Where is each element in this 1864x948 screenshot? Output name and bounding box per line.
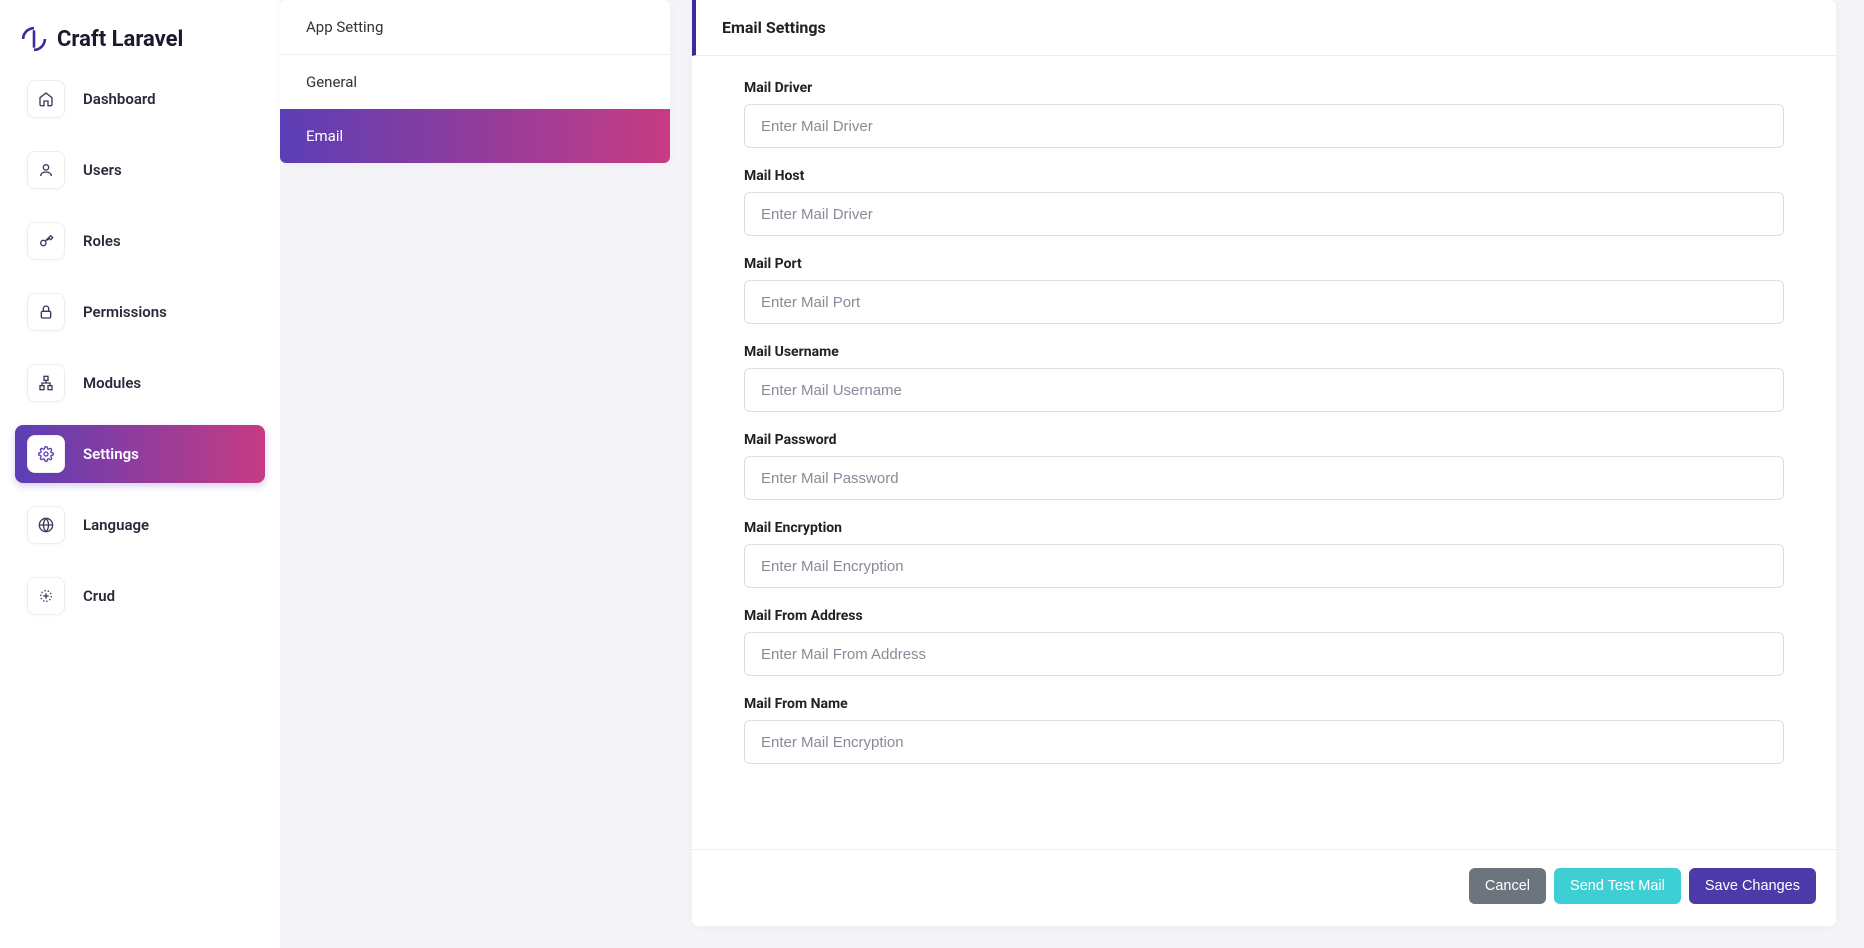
crosshair-icon bbox=[27, 577, 65, 615]
globe-icon bbox=[27, 506, 65, 544]
sidebar-item-language[interactable]: Language bbox=[15, 496, 265, 554]
input-mail-host[interactable] bbox=[744, 192, 1784, 236]
gear-icon bbox=[27, 435, 65, 473]
label-mail-password: Mail Password bbox=[744, 432, 1784, 448]
sidebar-item-settings[interactable]: Settings bbox=[15, 425, 265, 483]
label-mail-host: Mail Host bbox=[744, 168, 1784, 184]
label-mail-encryption: Mail Encryption bbox=[744, 520, 1784, 536]
label-mail-username: Mail Username bbox=[744, 344, 1784, 360]
sidebar-item-permissions[interactable]: Permissions bbox=[15, 283, 265, 341]
cancel-button[interactable]: Cancel bbox=[1469, 868, 1546, 904]
page-title: Email Settings bbox=[692, 0, 1836, 56]
sidebar-item-label: Permissions bbox=[83, 303, 167, 321]
sidebar-item-crud[interactable]: Crud bbox=[15, 567, 265, 625]
field-mail-username: Mail Username bbox=[744, 344, 1784, 412]
sidebar-item-modules[interactable]: Modules bbox=[15, 354, 265, 412]
input-mail-encryption[interactable] bbox=[744, 544, 1784, 588]
input-mail-from-name[interactable] bbox=[744, 720, 1784, 764]
field-mail-password: Mail Password bbox=[744, 432, 1784, 500]
content: App Setting General Email Email Settings… bbox=[280, 0, 1864, 948]
form-body: Mail Driver Mail Host Mail Port Mail Use… bbox=[692, 56, 1836, 849]
brand-logo[interactable]: Craft Laravel bbox=[15, 18, 265, 70]
field-mail-driver: Mail Driver bbox=[744, 80, 1784, 148]
input-mail-port[interactable] bbox=[744, 280, 1784, 324]
sidebar-item-label: Dashboard bbox=[83, 90, 156, 108]
label-mail-driver: Mail Driver bbox=[744, 80, 1784, 96]
subnav-card: App Setting General Email bbox=[280, 0, 670, 163]
sidebar-item-label: Users bbox=[83, 161, 122, 179]
label-mail-from-address: Mail From Address bbox=[744, 608, 1784, 624]
sidebar: Craft Laravel Dashboard Users Roles Perm bbox=[0, 0, 280, 948]
subnav-item-general[interactable]: General bbox=[280, 55, 670, 109]
sidebar-item-roles[interactable]: Roles bbox=[15, 212, 265, 270]
sidebar-item-label: Roles bbox=[83, 232, 121, 250]
user-icon bbox=[27, 151, 65, 189]
sidebar-item-label: Settings bbox=[83, 445, 139, 463]
input-mail-username[interactable] bbox=[744, 368, 1784, 412]
label-mail-port: Mail Port bbox=[744, 256, 1784, 272]
label-mail-from-name: Mail From Name bbox=[744, 696, 1784, 712]
sidebar-item-dashboard[interactable]: Dashboard bbox=[15, 70, 265, 128]
send-test-mail-button[interactable]: Send Test Mail bbox=[1554, 868, 1681, 904]
field-mail-from-address: Mail From Address bbox=[744, 608, 1784, 676]
field-mail-host: Mail Host bbox=[744, 168, 1784, 236]
field-mail-encryption: Mail Encryption bbox=[744, 520, 1784, 588]
hierarchy-icon bbox=[27, 364, 65, 402]
home-icon bbox=[27, 80, 65, 118]
field-mail-from-name: Mail From Name bbox=[744, 696, 1784, 764]
input-mail-from-address[interactable] bbox=[744, 632, 1784, 676]
key-icon bbox=[27, 222, 65, 260]
sidebar-item-label: Crud bbox=[83, 587, 115, 605]
sidebar-item-label: Language bbox=[83, 516, 149, 534]
input-mail-driver[interactable] bbox=[744, 104, 1784, 148]
save-changes-button[interactable]: Save Changes bbox=[1689, 868, 1816, 904]
brand-name: Craft Laravel bbox=[57, 27, 183, 52]
sidebar-item-label: Modules bbox=[83, 374, 141, 392]
subnav-title: App Setting bbox=[280, 0, 670, 55]
email-settings-card: Email Settings Mail Driver Mail Host Mai… bbox=[692, 0, 1836, 926]
field-mail-port: Mail Port bbox=[744, 256, 1784, 324]
lock-icon bbox=[27, 293, 65, 331]
input-mail-password[interactable] bbox=[744, 456, 1784, 500]
subnav-item-email[interactable]: Email bbox=[280, 109, 670, 163]
form-footer: Cancel Send Test Mail Save Changes bbox=[692, 849, 1836, 926]
brand-logo-icon bbox=[21, 26, 47, 52]
sidebar-item-users[interactable]: Users bbox=[15, 141, 265, 199]
